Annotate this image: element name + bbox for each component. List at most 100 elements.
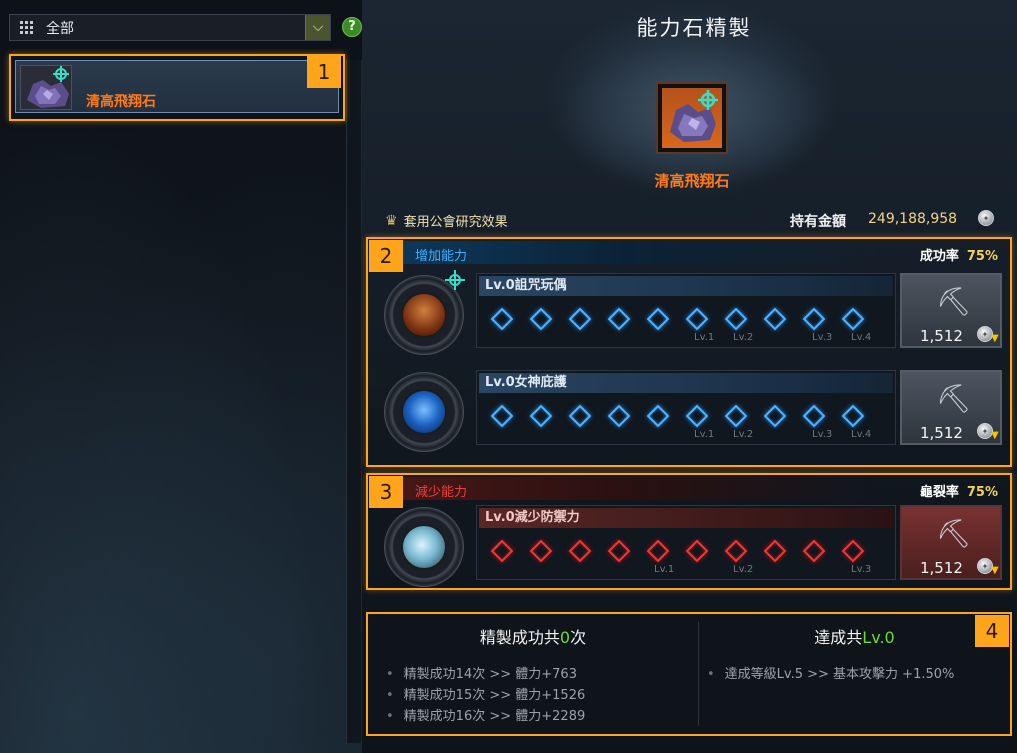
ability-bar: Lv.0減少防禦力 Lv.1 Lv.2 Lv.3 bbox=[476, 505, 896, 580]
decrease-label: 減少能力 bbox=[415, 485, 468, 500]
refine-cost: 1,512 bbox=[920, 559, 963, 577]
gem-slot bbox=[491, 308, 509, 326]
achievement-summary: 達成共Lv.0 達成等級Lv.5 >> 基本攻擊力 +1.50% bbox=[699, 614, 1010, 734]
level-marker: Lv.1 bbox=[654, 564, 675, 575]
list-item-name: 清高飛翔石 bbox=[86, 94, 156, 110]
achievement-level-title: 達成共Lv.0 bbox=[814, 628, 895, 647]
level-marker: Lv.2 bbox=[733, 332, 754, 343]
filter-label: 全部 bbox=[46, 20, 74, 37]
ability-row-goddess-protection: Lv.0女神庇護 Lv.1 Lv.2 Lv.3 Lv.4 ⛏ 1,512 ▼ bbox=[378, 366, 1008, 452]
list-item: 精製成功16次 >> 體力+2289 bbox=[386, 706, 586, 727]
list-item: 精製成功14次 >> 體力+763 bbox=[386, 664, 585, 685]
ability-row-cursed-doll: Lv.0詛咒玩偶 Lv.1 Lv.2 Lv.3 Lv.4 ⛏ 1,512 ▼ bbox=[378, 269, 1008, 355]
ability-name: Lv.0詛咒玩偶 bbox=[479, 276, 893, 296]
list-item: 達成等級Lv.5 >> 基本攻擊力 +1.50% bbox=[707, 664, 955, 685]
gem-slot bbox=[530, 308, 548, 326]
gem-slot bbox=[530, 540, 548, 558]
gem-slot bbox=[491, 405, 509, 423]
money-label: 持有金額 bbox=[790, 214, 846, 230]
achievement-reward-list: 達成等級Lv.5 >> 基本攻擊力 +1.50% bbox=[707, 664, 955, 685]
callout-badge-4: 4 bbox=[975, 615, 1009, 647]
gem-slot bbox=[725, 308, 743, 326]
category-filter-dropdown[interactable]: 全部 ⌵ bbox=[9, 14, 331, 41]
refine-cost: 1,512 bbox=[920, 424, 963, 442]
down-arrow-icon: ▼ bbox=[991, 565, 999, 576]
success-summary: 精製成功共0次 精製成功14次 >> 體力+763 精製成功15次 >> 體力+… bbox=[368, 614, 698, 734]
list-item-row[interactable]: 清高飛翔石 bbox=[15, 60, 339, 113]
silver-coin-icon bbox=[978, 210, 994, 226]
level-marker: Lv.1 bbox=[694, 429, 715, 440]
gem-slot bbox=[764, 405, 782, 423]
down-arrow-icon: ▼ bbox=[991, 430, 999, 441]
gem-slot bbox=[569, 540, 587, 558]
gem-slot bbox=[803, 540, 821, 558]
refine-button[interactable]: ⛏ 1,512 ▼ bbox=[900, 370, 1002, 445]
page-title: 能力石精製 bbox=[636, 16, 752, 40]
ability-name: Lv.0女神庇護 bbox=[479, 373, 893, 393]
gem-slot bbox=[803, 308, 821, 326]
bonus-target-icon bbox=[445, 270, 465, 290]
guild-research-label: 套用公會研究效果 bbox=[403, 215, 508, 230]
gem-slot bbox=[764, 308, 782, 326]
selected-stone-icon bbox=[656, 82, 728, 154]
level-marker: Lv.2 bbox=[733, 429, 754, 440]
increase-label: 增加能力 bbox=[415, 249, 468, 264]
gem-slot bbox=[647, 308, 665, 326]
level-marker: Lv.3 bbox=[851, 564, 872, 575]
level-marker: Lv.3 bbox=[812, 332, 833, 343]
gem-slot bbox=[647, 540, 665, 558]
refine-button[interactable]: ⛏ 1,512 ▼ bbox=[900, 273, 1002, 348]
level-marker: Lv.2 bbox=[733, 564, 754, 575]
gem-slot bbox=[491, 540, 509, 558]
refine-button[interactable]: ⛏ 1,512 ▼ bbox=[900, 505, 1002, 580]
pickaxe-icon: ⛏ bbox=[936, 382, 972, 415]
gem-slot bbox=[842, 405, 860, 423]
gem-slots bbox=[491, 308, 860, 326]
gem-slot bbox=[842, 540, 860, 558]
gem-slots bbox=[491, 540, 860, 558]
gem-slot bbox=[530, 405, 548, 423]
ability-bar: Lv.0詛咒玩偶 Lv.1 Lv.2 Lv.3 Lv.4 bbox=[476, 273, 896, 348]
gem-slot bbox=[569, 308, 587, 326]
selected-stone-name: 清高飛翔石 bbox=[654, 172, 730, 190]
callout-badge-1: 1 bbox=[307, 56, 341, 88]
list-item: 精製成功15次 >> 體力+1526 bbox=[386, 685, 586, 706]
level-marker: Lv.1 bbox=[694, 332, 715, 343]
ability-row-reduce-defense: Lv.0減少防禦力 Lv.1 Lv.2 Lv.3 ⛏ 1,512 ▼ bbox=[378, 501, 1008, 587]
gem-slots bbox=[491, 405, 860, 423]
level-marker: Lv.3 bbox=[812, 429, 833, 440]
gem-slot bbox=[686, 308, 704, 326]
gem-slot bbox=[725, 405, 743, 423]
money-value: 249,188,958 bbox=[868, 211, 958, 227]
gem-slot bbox=[686, 405, 704, 423]
success-count-title: 精製成功共0次 bbox=[479, 628, 587, 647]
increase-header: 增加能力 成功率 75% bbox=[370, 241, 1008, 264]
decrease-header: 減少能力 龜裂率 75% bbox=[370, 477, 1008, 500]
gem-slot bbox=[764, 540, 782, 558]
pickaxe-icon: ⛏ bbox=[936, 517, 972, 550]
list-scrollbar[interactable] bbox=[346, 60, 362, 743]
gem-slot bbox=[647, 405, 665, 423]
guild-emblem-icon: ♛ bbox=[385, 212, 398, 229]
gem-slot bbox=[608, 308, 626, 326]
gem-slot bbox=[569, 405, 587, 423]
stone-thumbnail bbox=[20, 65, 72, 110]
callout-badge-2: 2 bbox=[369, 240, 403, 272]
level-marker: Lv.4 bbox=[851, 429, 872, 440]
success-rate: 成功率 75% bbox=[919, 249, 998, 264]
success-reward-list: 精製成功14次 >> 體力+763 精製成功15次 >> 體力+1526 精製成… bbox=[386, 664, 586, 727]
chevron-down-icon[interactable]: ⌵ bbox=[305, 15, 330, 40]
refine-summary-panel: 精製成功共0次 精製成功14次 >> 體力+763 精製成功15次 >> 體力+… bbox=[366, 612, 1012, 736]
gem-slot bbox=[608, 405, 626, 423]
gem-slot bbox=[686, 540, 704, 558]
gem-slot bbox=[803, 405, 821, 423]
decrease-ability-section: 減少能力 龜裂率 75% Lv.0減少防禦力 Lv.1 Lv.2 Lv.3 ⛏ 1… bbox=[366, 473, 1012, 590]
ability-name: Lv.0減少防禦力 bbox=[479, 508, 893, 528]
list-item[interactable]: 清高飛翔石 bbox=[9, 54, 345, 121]
reduce-defense-icon bbox=[384, 507, 464, 587]
goddess-protection-icon bbox=[384, 372, 464, 452]
level-marker: Lv.4 bbox=[851, 332, 872, 343]
help-icon[interactable]: ? bbox=[342, 17, 362, 37]
gem-slot bbox=[842, 308, 860, 326]
guild-research-toggle[interactable]: ♛ 套用公會研究效果 bbox=[385, 211, 508, 231]
